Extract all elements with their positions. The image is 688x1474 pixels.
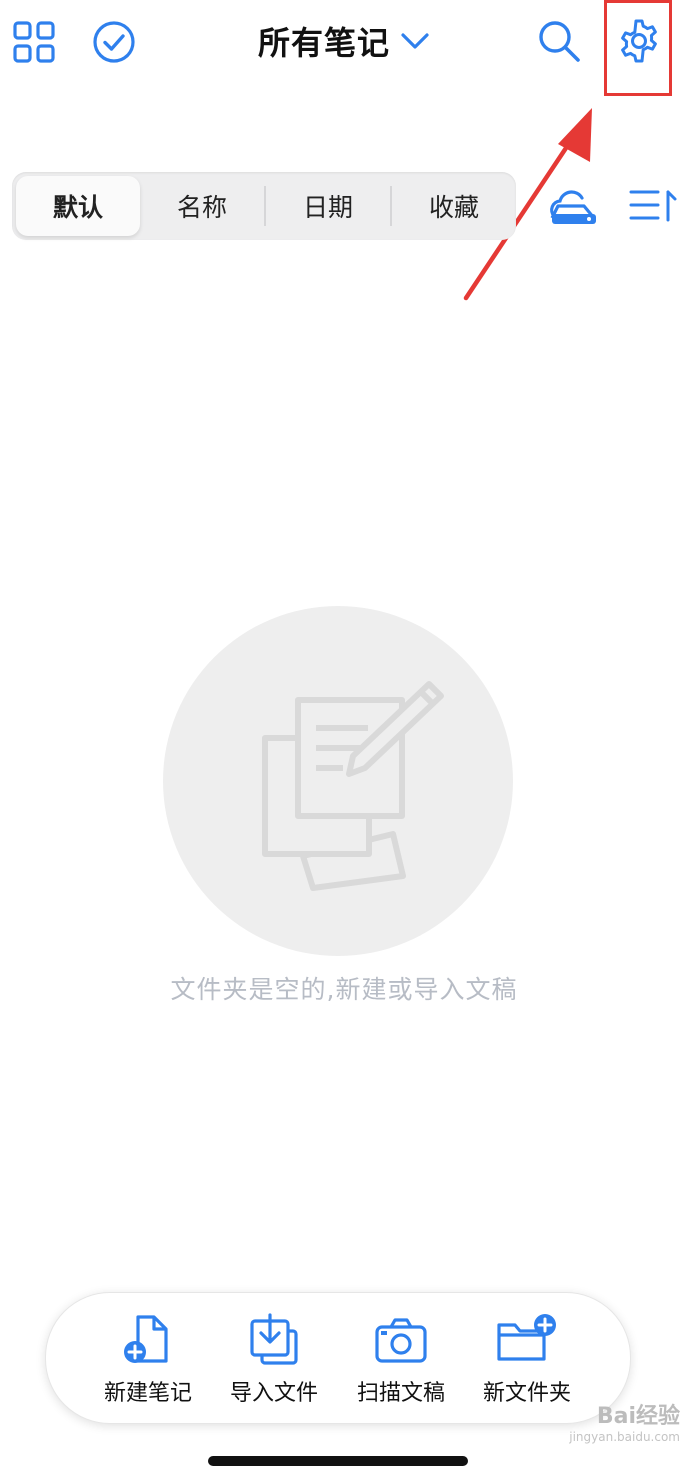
new-folder-button[interactable]: 新文件夹 xyxy=(462,1311,592,1407)
import-file-label: 导入文件 xyxy=(229,1381,318,1406)
scan-document-button[interactable]: 扫描文稿 xyxy=(336,1311,466,1407)
empty-state-illustration xyxy=(163,606,513,956)
search-icon xyxy=(539,21,580,62)
new-note-icon xyxy=(124,1315,168,1363)
empty-state-message: 文件夹是空的,新建或导入文稿 xyxy=(170,975,518,1004)
camera-icon xyxy=(375,1318,427,1363)
new-note-label: 新建笔记 xyxy=(103,1381,192,1406)
sort-tab-default[interactable]: 默认 xyxy=(16,176,140,236)
sort-tab-favorites[interactable]: 收藏 xyxy=(392,176,516,236)
sort-tab-date[interactable]: 日期 xyxy=(266,176,390,236)
sort-tab-name[interactable]: 名称 xyxy=(140,176,264,236)
scan-document-label: 扫描文稿 xyxy=(356,1381,445,1406)
highlight-box xyxy=(604,0,672,96)
sort-order-icon xyxy=(629,190,677,222)
page-title: 所有笔记 xyxy=(257,24,390,62)
cloud-drive-icon xyxy=(550,190,596,224)
cloud-sync-button[interactable] xyxy=(548,184,600,228)
new-folder-icon xyxy=(497,1314,556,1361)
watermark-brand: Bai经验 xyxy=(596,1404,680,1429)
folder-title-dropdown[interactable]: 所有笔记 xyxy=(0,14,688,68)
note-pencil-illustration xyxy=(163,606,513,956)
chevron-down-icon xyxy=(401,33,429,49)
search-button[interactable] xyxy=(536,18,582,64)
import-file-button[interactable]: 导入文件 xyxy=(209,1311,339,1407)
baidu-watermark: Bai经验 jingyan.baidu.com xyxy=(520,1398,680,1444)
sort-order-button[interactable] xyxy=(628,186,678,226)
home-indicator xyxy=(208,1456,468,1466)
import-file-icon xyxy=(250,1313,298,1365)
watermark-url: jingyan.baidu.com xyxy=(569,1430,680,1444)
sort-segmented-control: 默认 名称 日期 收藏 xyxy=(12,172,516,240)
new-note-button[interactable]: 新建笔记 xyxy=(83,1311,213,1407)
